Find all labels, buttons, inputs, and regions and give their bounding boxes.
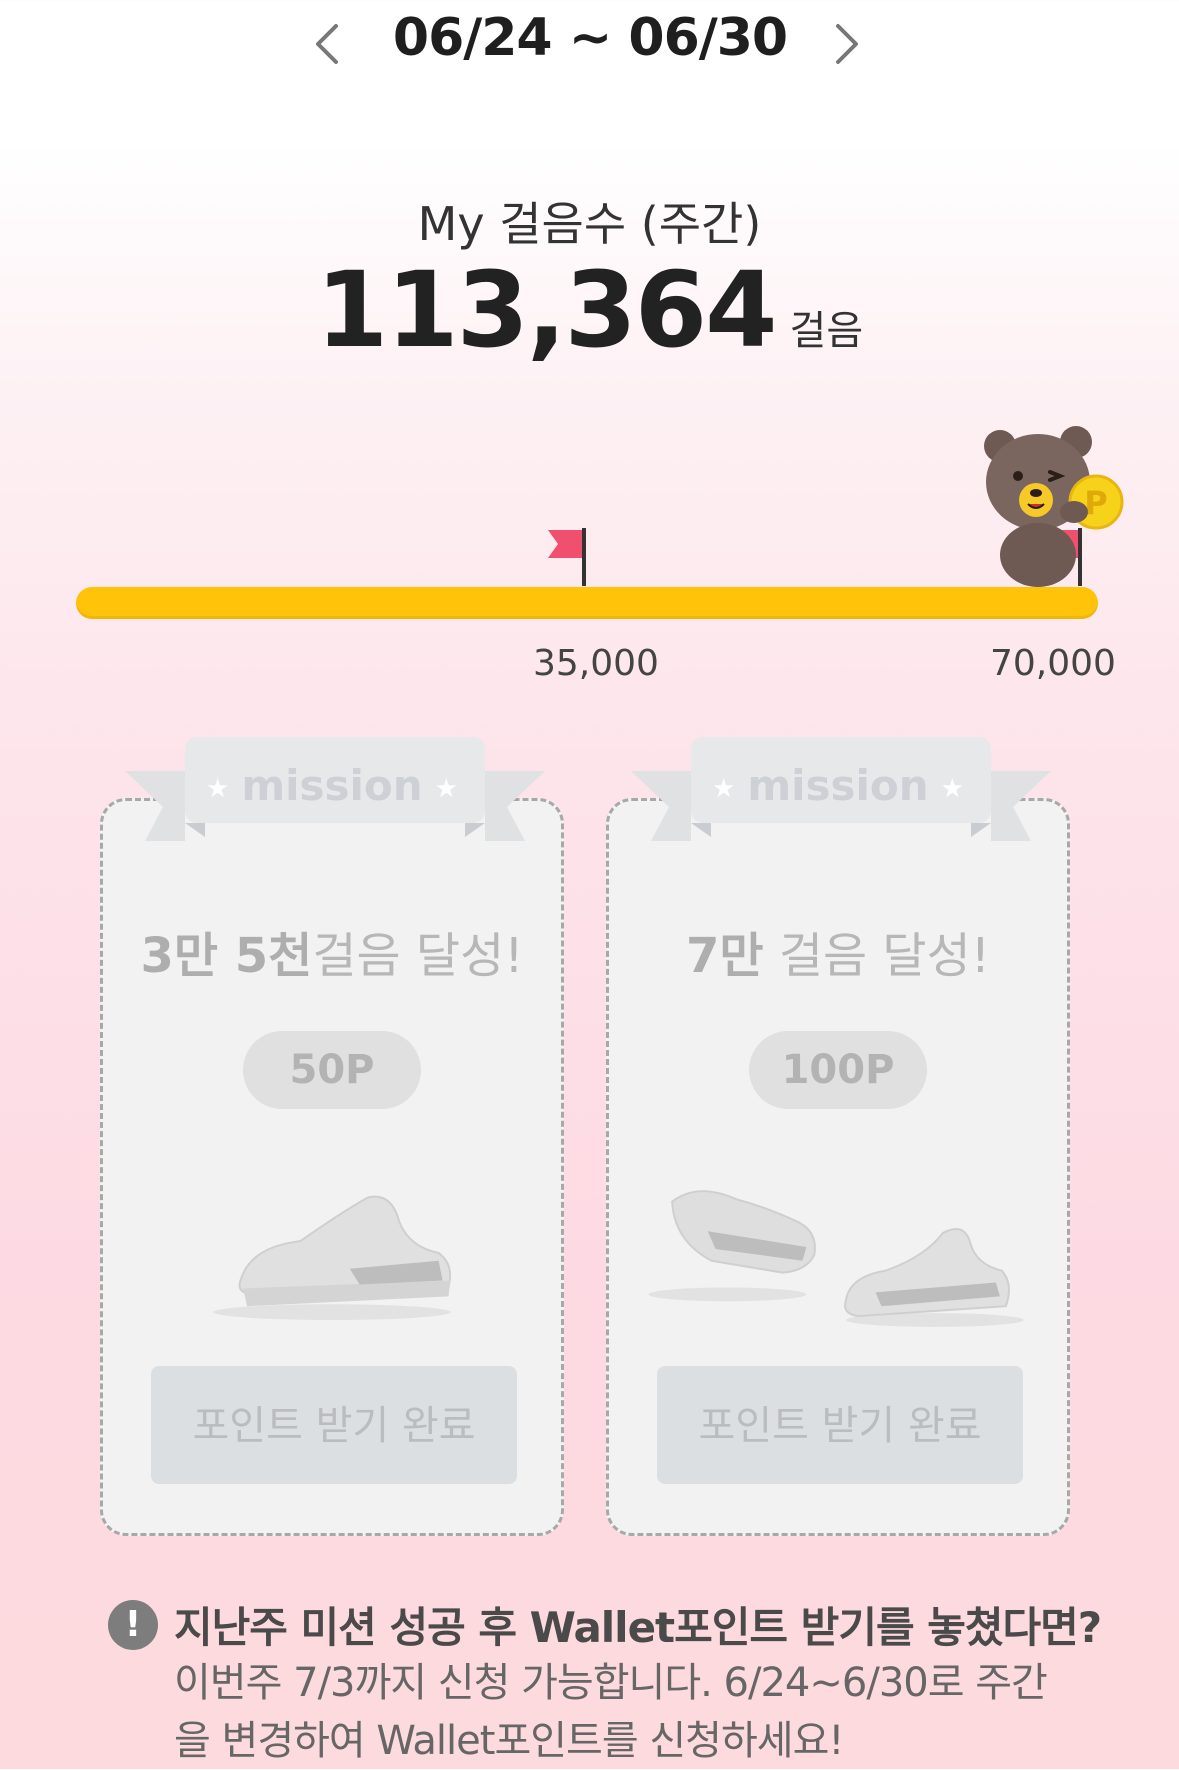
mission-reward-badge: 100P — [749, 1031, 927, 1109]
weekly-steps-title: My 걸음수 (주간) — [417, 197, 762, 251]
mission-badge: ★ mission ★ — [206, 761, 458, 810]
mission-card: ★ mission ★ 3만 5천걸음 달성! 50P 포인트 받기 완료 — [100, 737, 564, 1536]
next-week-button[interactable] — [818, 14, 878, 74]
previous-week-button[interactable] — [296, 14, 356, 74]
chevron-right-icon — [836, 24, 858, 64]
milestone-label-70000: 70,000 — [990, 643, 1116, 684]
mission-goal: 3만 5천걸음 달성! — [140, 928, 524, 984]
star-icon: ★ — [940, 773, 964, 804]
mission-reward-badge: 50P — [243, 1031, 421, 1109]
notice-title: 지난주 미션 성공 후 Wallet포인트 받기를 놓쳤다면? — [174, 1603, 1102, 1652]
svg-text:P: P — [1084, 484, 1107, 522]
milestone-label-35000: 35,000 — [533, 643, 659, 684]
week-range-label: 06/24 ~ 06/30 — [392, 8, 788, 68]
info-exclamation-icon: ! — [108, 1600, 158, 1650]
star-icon: ★ — [434, 773, 458, 804]
star-icon: ★ — [712, 773, 736, 804]
weekly-steps-value: 113,364 — [315, 249, 778, 371]
claim-points-button[interactable]: 포인트 받기 완료 — [151, 1366, 517, 1484]
mission-badge: ★ mission ★ — [712, 761, 964, 810]
sneaker-icon — [213, 1195, 452, 1321]
mission-goal: 7만 걸음 달성! — [686, 928, 990, 984]
milestone-flag-icon — [548, 528, 586, 586]
chevron-left-icon — [316, 24, 338, 64]
mission-card: ★ mission ★ 7만 걸음 달성! 100P 포인트 받기 완료 — [606, 737, 1070, 1536]
running-shoes-icon — [648, 1190, 1024, 1327]
notice-body: 이번주 7/3까지 신청 가능합니다. 6/24~6/30로 주간을 변경하여 … — [174, 1660, 1048, 1764]
claim-points-button[interactable]: 포인트 받기 완료 — [657, 1366, 1023, 1484]
star-icon: ★ — [206, 773, 230, 804]
steps-progress-bar — [76, 587, 1098, 619]
weekly-steps-unit: 걸음 — [789, 308, 864, 354]
weekly-steps-summary: 113,364 걸음 — [0, 258, 1179, 362]
steps-progress-fill — [76, 587, 1098, 619]
bear-mascot-icon: P — [984, 426, 1124, 587]
